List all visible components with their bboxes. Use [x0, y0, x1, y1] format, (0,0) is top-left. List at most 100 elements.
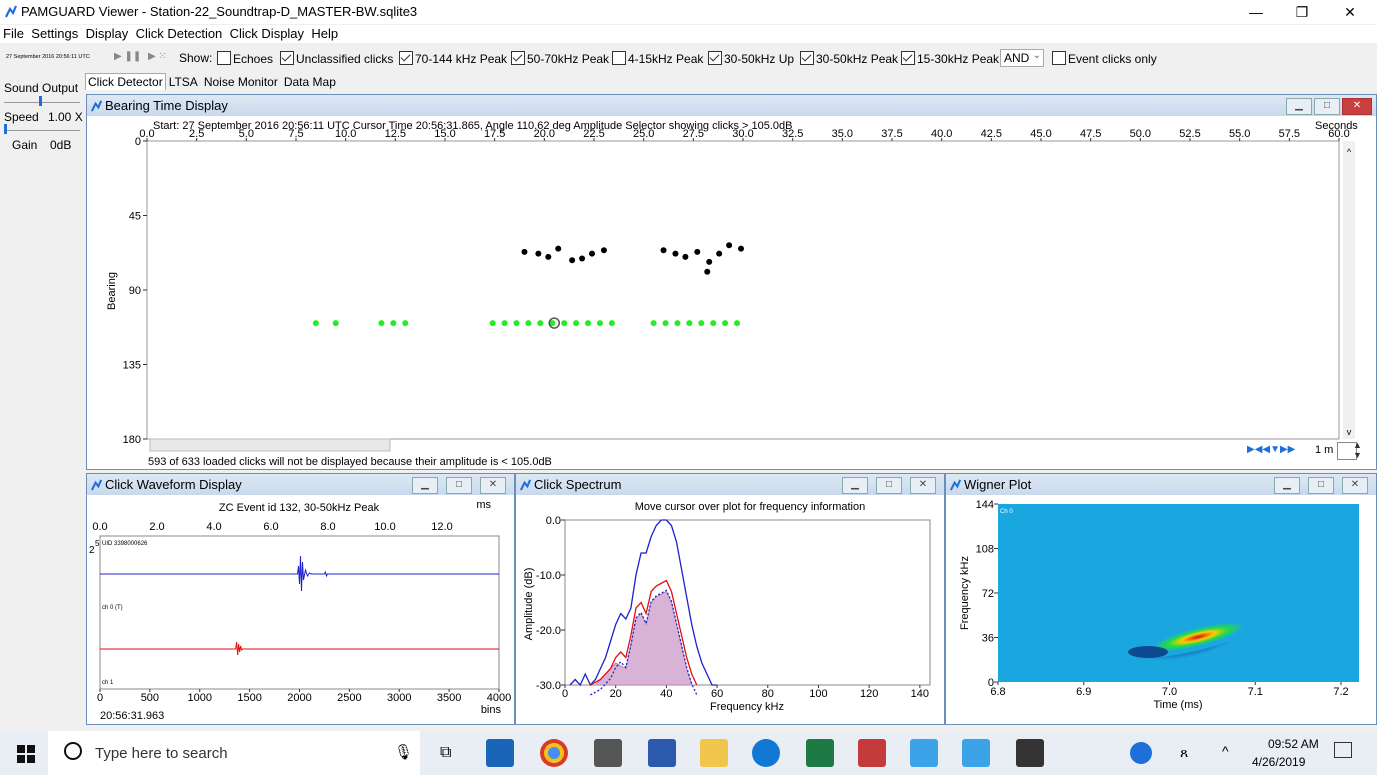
people-icon[interactable]: ጸ: [1180, 744, 1188, 761]
clock-date[interactable]: 4/26/2019: [1252, 755, 1305, 769]
close-panel-button[interactable]: ✕: [1342, 98, 1372, 115]
checkbox-box[interactable]: [399, 51, 413, 65]
spectrum-plot[interactable]: Move cursor over plot for frequency info…: [516, 496, 942, 722]
clock-time[interactable]: 09:52 AM: [1268, 737, 1319, 751]
15-30-peak-checkbox[interactable]: 15-30kHz Peak: [901, 51, 999, 66]
checkbox-box[interactable]: [280, 51, 294, 65]
waveform-area: [99, 535, 500, 690]
close-panel-button[interactable]: ✕: [480, 477, 506, 494]
close-panel-button[interactable]: ✕: [910, 477, 936, 494]
close-button[interactable]: ✕: [1327, 0, 1373, 24]
help-icon[interactable]: [1130, 742, 1152, 764]
green-click-point: [585, 320, 592, 327]
x-tick-label: 0.0: [139, 129, 154, 140]
file-explorer-icon[interactable]: [700, 739, 728, 767]
tab-data-map[interactable]: Data Map: [281, 73, 339, 91]
menu-click-display[interactable]: Click Display: [230, 26, 304, 41]
green-click-point: [312, 320, 319, 327]
menu-help[interactable]: Help: [311, 26, 338, 41]
minimize-button[interactable]: —: [1233, 0, 1279, 24]
chrome-icon[interactable]: [540, 739, 568, 767]
x-tick-label: 27.5: [683, 129, 704, 140]
black-click-point: [716, 250, 723, 257]
menu-display[interactable]: Display: [86, 26, 129, 41]
excel-icon[interactable]: [806, 739, 834, 767]
checkbox-box[interactable]: [511, 51, 525, 65]
y-tick-label: 45: [129, 211, 141, 223]
panel-header: Click Spectrum ▁ □ ✕: [516, 474, 944, 495]
event-clicks-only-checkbox[interactable]: Event clicks only: [1052, 51, 1157, 66]
70-144-peak-checkbox[interactable]: 70-144 kHz Peak: [399, 51, 507, 66]
4-15-peak-checkbox[interactable]: 4-15kHz Peak: [612, 51, 703, 66]
taskbar: Type here to search 🎙 ⧉ ጸ ^ 09:52 AM 4/2…: [0, 731, 1377, 775]
top-tick-label: 0.0: [92, 521, 107, 533]
pamguard-app-icon[interactable]: [910, 739, 938, 767]
y-tick-label: -30.0: [536, 680, 561, 692]
scroll-controls-icon[interactable]: ▶◀◀▼▶▶: [1247, 444, 1295, 455]
checkbox-box[interactable]: [901, 51, 915, 65]
maximize-panel-button[interactable]: □: [1308, 477, 1334, 494]
store-icon[interactable]: [486, 739, 514, 767]
task-view-icon[interactable]: ⧉: [440, 744, 451, 762]
wigner-plot[interactable]: Ch 014410872360Frequency kHz6.8 6.9 7.0 7.1…: [946, 496, 1374, 722]
charts-app-icon[interactable]: [858, 739, 886, 767]
gain-slider[interactable]: [4, 130, 80, 131]
chevron-up-icon[interactable]: ^: [1222, 743, 1229, 759]
menu-click-detection[interactable]: Click Detection: [136, 26, 223, 41]
x-tick-label: 6.9: [1076, 686, 1091, 698]
minimize-panel-button[interactable]: ▁: [412, 477, 438, 494]
checkbox-box[interactable]: [612, 51, 626, 65]
search-box[interactable]: Type here to search 🎙: [48, 731, 420, 775]
restore-button[interactable]: ❐: [1279, 0, 1325, 24]
green-click-point: [402, 320, 409, 327]
notification-icon[interactable]: [1334, 742, 1352, 758]
y-axis-label: Bearing: [106, 272, 118, 310]
tab-noise-monitor[interactable]: Noise Monitor: [201, 73, 281, 91]
edge-icon[interactable]: [752, 739, 780, 767]
x-tick-label: 52.5: [1179, 129, 1200, 140]
checkbox-box[interactable]: [708, 51, 722, 65]
x-tick-label: 37.5: [881, 129, 902, 140]
minimize-panel-button[interactable]: ▁: [1286, 98, 1312, 115]
y-tick-label: 90: [129, 285, 141, 297]
logic-select[interactable]: AND ⌄: [1000, 49, 1044, 67]
menu-settings[interactable]: Settings: [31, 26, 78, 41]
time-span-value[interactable]: 1 m: [1315, 444, 1333, 456]
spinner-icon[interactable]: ▲ ▼: [1353, 440, 1362, 460]
waveform-plot[interactable]: ZC Event id 132, 30-50kHz Peak ms 0.0 2.0 4.…: [87, 496, 512, 722]
checkbox-box[interactable]: [217, 51, 231, 65]
checkbox-label: Unclassified clicks: [296, 52, 394, 66]
tab-ltsa[interactable]: LTSA: [166, 73, 201, 91]
play-button[interactable]: ▶ ❚❚: [114, 51, 141, 62]
word-icon[interactable]: [648, 739, 676, 767]
minimize-panel-button[interactable]: ▁: [842, 477, 868, 494]
unclassified-checkbox[interactable]: Unclassified clicks: [280, 51, 393, 66]
camera-app-icon[interactable]: [1016, 739, 1044, 767]
speed-slider[interactable]: [4, 102, 80, 103]
close-panel-button[interactable]: ✕: [1342, 477, 1368, 494]
green-click-point: [686, 320, 693, 327]
gain-slider-thumb[interactable]: [4, 124, 7, 134]
x-tick-label: 40: [660, 688, 672, 700]
tab-click-detector[interactable]: Click Detector: [85, 73, 166, 90]
checkbox-box[interactable]: [800, 51, 814, 65]
50-70-peak-checkbox[interactable]: 50-70kHz Peak: [511, 51, 609, 66]
maximize-panel-button[interactable]: □: [1314, 98, 1340, 115]
maximize-panel-button[interactable]: □: [876, 477, 902, 494]
calculator-icon[interactable]: [594, 739, 622, 767]
windows-start-icon[interactable]: [17, 745, 35, 763]
30-50-up-checkbox[interactable]: 30-50kHz Up: [708, 51, 794, 66]
pamguard-viewer-icon[interactable]: [962, 739, 990, 767]
green-click-point: [596, 320, 603, 327]
maximize-panel-button[interactable]: □: [446, 477, 472, 494]
black-click-point: [726, 242, 733, 249]
bearing-plot[interactable]: 0.0 2.5 5.0 7.5 10.0 12.5 15.0 17.5 20.0 22.5 25.0…: [87, 129, 1374, 469]
microphone-icon[interactable]: 🎙: [394, 743, 413, 761]
menu-file[interactable]: File: [3, 26, 24, 41]
checkbox-box[interactable]: [1052, 51, 1066, 65]
30-50-peak-checkbox[interactable]: 30-50kHz Peak: [800, 51, 898, 66]
minimize-panel-button[interactable]: ▁: [1274, 477, 1300, 494]
play-filtered-icon[interactable]: ▶ ⁙: [148, 51, 167, 62]
echoes-checkbox[interactable]: Echoes: [217, 51, 273, 66]
speed-slider-thumb[interactable]: [39, 96, 42, 106]
